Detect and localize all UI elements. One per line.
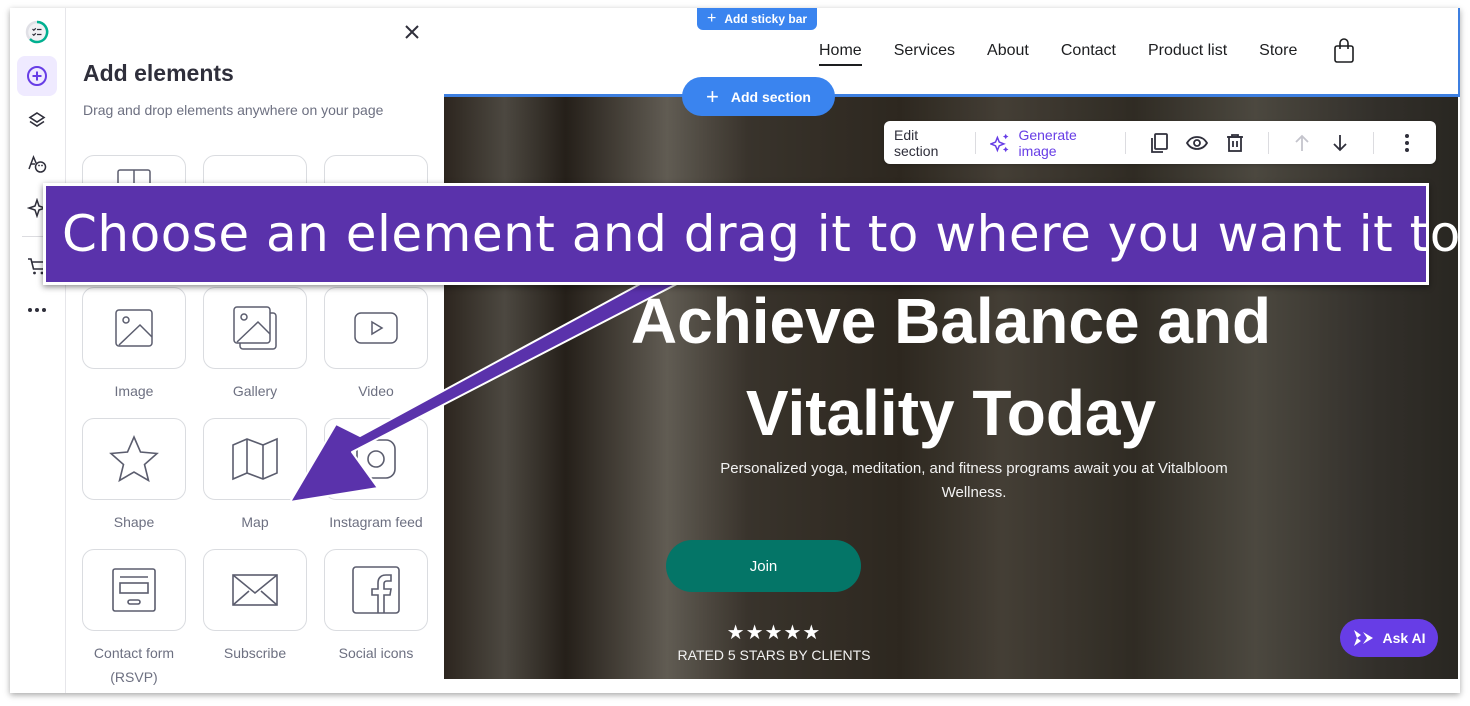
- move-down-button[interactable]: [1327, 129, 1353, 157]
- nav-product-list[interactable]: Product list: [1148, 42, 1227, 66]
- eye-icon: [1186, 135, 1209, 150]
- element-tile-label: Shape: [113, 514, 155, 530]
- image-icon: [115, 309, 153, 347]
- map-icon: [232, 437, 278, 481]
- video-icon: [354, 312, 398, 344]
- rail-styles-button[interactable]: [17, 144, 57, 184]
- instagram-icon: [356, 439, 396, 479]
- add-sticky-bar-label: Add sticky bar: [724, 12, 808, 26]
- shopping-bag-button[interactable]: [1333, 38, 1355, 69]
- toolbar-divider: [1268, 131, 1270, 154]
- more-vertical-icon: [1404, 133, 1409, 152]
- element-tile-label: Gallery: [232, 383, 278, 399]
- delete-section-button[interactable]: [1222, 129, 1248, 157]
- more-options-button[interactable]: [1394, 129, 1420, 157]
- palette-icon: [28, 154, 47, 173]
- generate-image-button[interactable]: Generate image: [990, 127, 1111, 159]
- star-icon: [109, 434, 159, 483]
- rail-add-elements-button[interactable]: [17, 56, 57, 96]
- form-icon: [112, 568, 156, 612]
- rating-stars: ★★★★★: [726, 622, 822, 644]
- hero-subtitle[interactable]: Personalized yoga, meditation, and fitne…: [714, 457, 1234, 505]
- add-sticky-bar-button[interactable]: + Add sticky bar: [697, 8, 818, 30]
- arrow-down-icon: [1333, 134, 1347, 151]
- site-canvas: + Add sticky bar Home Services About Con…: [444, 8, 1460, 693]
- ask-ai-label: Ask AI: [1382, 630, 1426, 646]
- shopping-bag-icon: [1334, 38, 1355, 63]
- gallery-icon: [233, 306, 277, 350]
- toolbar-divider: [975, 131, 977, 154]
- ask-ai-button[interactable]: Ask AI: [1340, 619, 1438, 657]
- add-section-button[interactable]: + Add section: [682, 77, 835, 116]
- facebook-icon: [352, 566, 400, 614]
- left-rail: [10, 8, 66, 693]
- element-tile-image[interactable]: Image: [82, 287, 186, 403]
- rail-more-button[interactable]: [17, 290, 57, 330]
- add-section-label: Add section: [730, 88, 811, 105]
- element-tile-instagram[interactable]: Instagram feed: [324, 418, 428, 534]
- move-up-button[interactable]: [1289, 129, 1315, 157]
- ai-logo-icon: [1354, 630, 1374, 646]
- nav-contact[interactable]: Contact: [1061, 42, 1116, 66]
- element-tile-label: Video: [358, 383, 394, 399]
- duplicate-button[interactable]: [1146, 129, 1172, 157]
- toolbar-divider: [1373, 131, 1374, 154]
- more-horizontal-icon: [28, 308, 46, 312]
- close-panel-button[interactable]: [400, 20, 424, 44]
- nav-services[interactable]: Services: [894, 42, 955, 66]
- rail-checklist-button[interactable]: [17, 12, 57, 52]
- rail-layers-button[interactable]: [17, 100, 57, 140]
- element-tile-label: Contact form (RSVP): [93, 645, 175, 685]
- element-tile-label: Instagram feed: [329, 514, 423, 530]
- element-tile-subscribe[interactable]: Subscribe: [203, 549, 307, 665]
- plus-circle-icon: [27, 66, 47, 86]
- site-header[interactable]: + Add sticky bar Home Services About Con…: [444, 8, 1460, 95]
- editor-window: Add elements Drag and drop elements anyw…: [10, 8, 1460, 693]
- rating-text: RATED 5 STARS BY CLIENTS: [677, 647, 871, 663]
- annotation-banner: Choose an element and drag it to where y…: [43, 183, 1470, 285]
- hide-section-button[interactable]: [1184, 129, 1210, 157]
- hero-title[interactable]: Achieve Balance and Vitality Today: [444, 275, 1458, 459]
- nav-home[interactable]: Home: [819, 42, 862, 66]
- element-tile-social-icons[interactable]: Social icons: [324, 549, 428, 665]
- element-tile-contact-form[interactable]: Contact form (RSVP): [82, 549, 186, 689]
- layers-icon: [28, 112, 46, 127]
- trash-icon: [1227, 133, 1244, 152]
- annotation-banner-text: Choose an element and drag it to where y…: [62, 205, 1470, 263]
- checklist-icon: [25, 20, 49, 44]
- element-tile-label: Social icons: [338, 645, 414, 661]
- section-toolbar: Edit section Generate image: [884, 121, 1436, 164]
- arrow-up-icon: [1295, 134, 1309, 151]
- edit-section-button[interactable]: Edit section: [894, 127, 961, 159]
- site-nav: Home Services About Contact Product list…: [819, 38, 1355, 69]
- close-icon: [405, 25, 419, 39]
- panel-subtitle: Drag and drop elements anywhere on your …: [83, 102, 384, 118]
- element-tile-shape[interactable]: Shape: [82, 418, 186, 534]
- sparkles-icon: [990, 133, 1009, 152]
- element-tile-map[interactable]: Map: [203, 418, 307, 534]
- panel-title: Add elements: [83, 60, 234, 86]
- element-tile-label: Subscribe: [223, 645, 287, 661]
- element-tile-video[interactable]: Video: [324, 287, 428, 403]
- nav-about[interactable]: About: [987, 42, 1029, 66]
- element-tile-label: Map: [241, 514, 269, 530]
- envelope-icon: [232, 574, 278, 606]
- duplicate-icon: [1151, 132, 1169, 153]
- element-tile-gallery[interactable]: Gallery: [203, 287, 307, 403]
- toolbar-divider: [1125, 131, 1127, 154]
- join-button[interactable]: Join: [666, 540, 861, 592]
- element-tile-label: Image: [114, 383, 154, 399]
- plus-icon: +: [706, 83, 719, 109]
- plus-icon: +: [707, 10, 717, 27]
- generate-image-label: Generate image: [1018, 126, 1077, 159]
- nav-store[interactable]: Store: [1259, 42, 1297, 66]
- add-elements-panel: Add elements Drag and drop elements anyw…: [66, 8, 444, 693]
